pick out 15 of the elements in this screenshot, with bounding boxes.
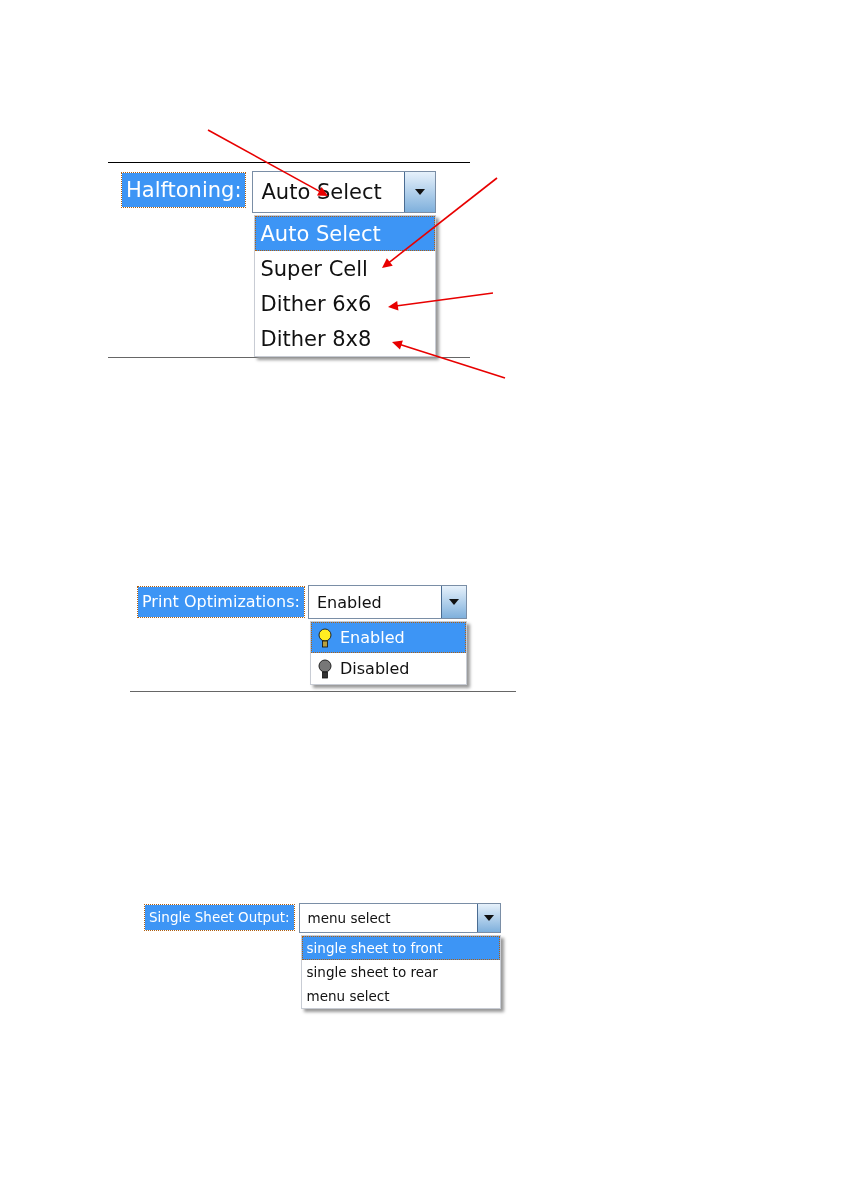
dropdown[interactable]: Auto Select (252, 171, 437, 213)
dropdown-option[interactable]: Super Cell (255, 251, 436, 286)
dropdown-option[interactable]: single sheet to rear (301, 960, 500, 984)
field-label: Halftoning: (122, 173, 246, 207)
dropdown-option[interactable]: Dither 6x6 (255, 286, 436, 321)
dropdown-caret-icon (415, 189, 426, 195)
dropdown[interactable]: Enabled (307, 585, 467, 619)
dropdown-caret-icon (483, 915, 494, 921)
dropdown-option[interactable]: Dither 8x8 (255, 321, 436, 356)
dropdown-caret-icon (448, 599, 459, 605)
dropdown-option[interactable]: Disabled (310, 653, 466, 684)
field-label: Print Optimizations: (138, 587, 304, 617)
dropdown-option[interactable]: menu select (301, 984, 500, 1008)
dropdown[interactable]: menu select (298, 903, 501, 933)
field-label: Single Sheet Output: (145, 905, 294, 930)
